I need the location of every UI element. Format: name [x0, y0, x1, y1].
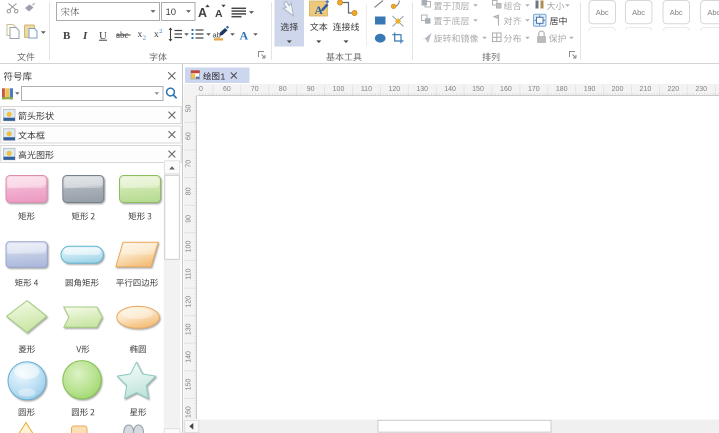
svg-text:100: 100 [186, 241, 193, 253]
svg-text:140: 140 [186, 351, 193, 363]
svg-text:130: 130 [416, 86, 428, 93]
svg-text:70: 70 [186, 160, 193, 168]
svg-text:130: 130 [186, 323, 193, 335]
svg-text:I: I [82, 30, 88, 42]
svg-text:110: 110 [186, 268, 193, 279]
svg-text:230: 230 [695, 86, 707, 93]
svg-text:2: 2 [143, 35, 146, 42]
svg-text:190: 190 [584, 86, 596, 93]
svg-text:A: A [215, 8, 223, 20]
svg-text:100: 100 [333, 86, 345, 93]
svg-text:160: 160 [186, 406, 193, 418]
svg-text:Abc: Abc [670, 8, 683, 17]
svg-text:150: 150 [186, 379, 193, 391]
svg-text:160: 160 [500, 86, 512, 93]
svg-text:60: 60 [186, 132, 193, 140]
svg-text:Abc: Abc [632, 8, 645, 17]
svg-text:2: 2 [159, 28, 162, 35]
svg-text:180: 180 [556, 86, 568, 93]
svg-text:220: 220 [667, 86, 679, 93]
svg-text:B: B [63, 30, 71, 42]
svg-text:80: 80 [279, 86, 287, 93]
svg-text:90: 90 [307, 86, 315, 93]
svg-text:200: 200 [612, 86, 624, 93]
svg-text:140: 140 [444, 86, 456, 93]
svg-text:210: 210 [640, 86, 652, 93]
svg-text:Abc: Abc [596, 8, 609, 17]
svg-text:Abc: Abc [707, 8, 719, 17]
svg-text:120: 120 [388, 86, 400, 93]
svg-text:70: 70 [251, 86, 259, 93]
svg-text:10: 10 [166, 7, 177, 18]
svg-text:A: A [240, 29, 249, 43]
svg-text:1: 1 [221, 71, 226, 81]
svg-text:110: 110 [361, 86, 372, 93]
svg-text:A: A [198, 6, 207, 20]
svg-text:A: A [315, 5, 324, 17]
svg-text:150: 150 [472, 86, 484, 93]
svg-text:120: 120 [186, 296, 193, 308]
svg-text:50: 50 [186, 105, 193, 113]
svg-text:60: 60 [223, 86, 231, 93]
svg-text:80: 80 [186, 187, 193, 195]
svg-text:90: 90 [186, 215, 193, 223]
svg-text:170: 170 [528, 86, 540, 93]
